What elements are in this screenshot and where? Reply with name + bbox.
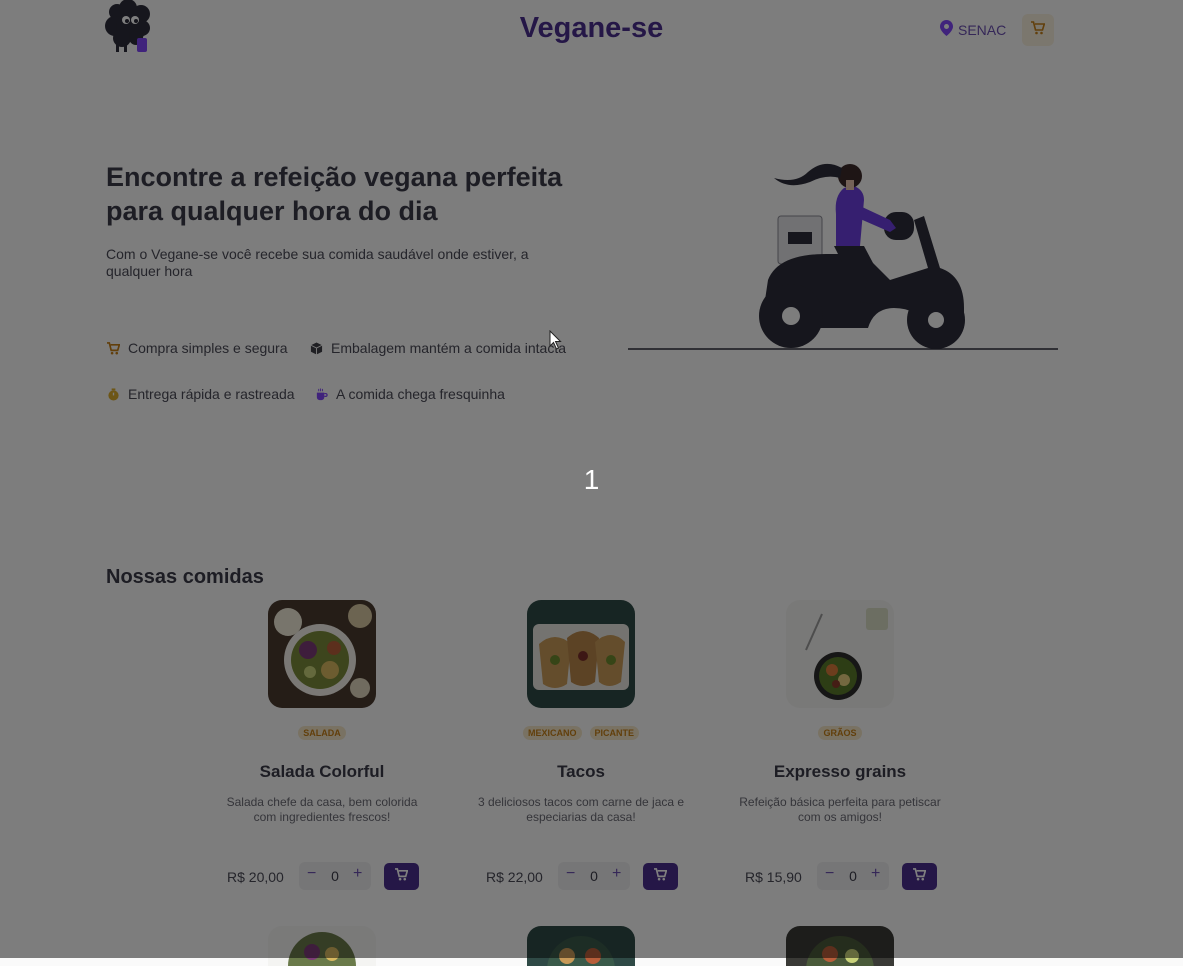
product-image [527, 926, 635, 966]
cart-icon [654, 867, 668, 886]
package-icon [309, 341, 323, 355]
feature-packaging: Embalagem mantém a comida intacta [309, 340, 566, 356]
product-image [268, 600, 376, 708]
coffee-icon [314, 387, 328, 401]
tag-list: MEXICANO PICANTE [467, 726, 695, 740]
product-image [786, 600, 894, 708]
quantity-stepper: − 0 + [299, 862, 371, 890]
section-title: Nossas comidas [106, 566, 264, 588]
minus-icon[interactable]: − [307, 865, 316, 883]
feature-fresh-food: A comida chega fresquinha [314, 386, 505, 402]
minus-icon[interactable]: − [566, 865, 575, 883]
category-tag: PICANTE [589, 726, 640, 740]
product-description: Refeição básica perfeita para petiscar c… [739, 795, 941, 824]
buy-row: R$ 22,00 − 0 + [467, 862, 695, 892]
feature-label: A comida chega fresquinha [336, 386, 505, 402]
product-description: 3 deliciosos tacos com carne de jaca e e… [477, 795, 685, 824]
product-image [268, 926, 376, 966]
product-image [786, 926, 894, 966]
mouse-cursor-icon [549, 329, 563, 355]
overlay-counter: 1 [583, 464, 600, 495]
quantity-value: 0 [331, 868, 339, 884]
buy-row: R$ 20,00 − 0 + [208, 862, 436, 892]
product-name: Tacos [557, 762, 605, 781]
quantity-value: 0 [849, 868, 857, 884]
product-name: Expresso grains [773, 762, 907, 781]
tag-list: GRÃOS [726, 726, 954, 740]
quantity-value: 0 [590, 868, 598, 884]
feature-label: Compra simples e segura [128, 340, 288, 356]
product-image [527, 600, 635, 708]
category-tag: MEXICANO [522, 726, 582, 740]
location-badge[interactable]: SENAC [940, 20, 1006, 39]
cart-icon [395, 867, 409, 886]
hero-subtitle: Com o Vegane-se você recebe sua comida s… [106, 246, 529, 279]
category-tag: SALADA [298, 726, 346, 740]
add-to-cart-button[interactable] [384, 863, 419, 890]
quantity-stepper: − 0 + [817, 862, 889, 890]
product-price: R$ 15,90 [745, 869, 802, 885]
product-name: Salada Colorful [259, 762, 385, 781]
top-navbar: Vegane-se SENAC [0, 0, 1183, 64]
cart-icon [106, 341, 120, 355]
cart-icon [1031, 20, 1046, 40]
add-to-cart-button[interactable] [643, 863, 678, 890]
quantity-stepper: − 0 + [558, 862, 630, 890]
minus-icon[interactable]: − [825, 865, 834, 883]
tag-list: SALADA [208, 726, 436, 740]
buy-row: R$ 15,90 − 0 + [726, 862, 954, 892]
product-price: R$ 20,00 [227, 869, 284, 885]
location-label: SENAC [958, 21, 1007, 38]
hero-title: Encontre a refeição vegana perfeita para… [106, 162, 563, 226]
plus-icon[interactable]: + [871, 865, 880, 883]
header-cart-button[interactable] [1022, 14, 1054, 46]
add-to-cart-button[interactable] [902, 863, 937, 890]
plus-icon[interactable]: + [612, 865, 621, 883]
delivery-scooter-illustration [628, 150, 1058, 352]
product-price: R$ 22,00 [486, 869, 543, 885]
product-card: MEXICANO PICANTE Tacos 3 deliciosos taco… [467, 600, 695, 900]
feature-fast-delivery: Entrega rápida e rastreada [106, 386, 295, 402]
feature-label: Embalagem mantém a comida intacta [331, 340, 566, 356]
map-pin-icon [940, 20, 953, 39]
cart-icon [913, 867, 927, 886]
product-card: SALADA Salada Colorful Salada chefe da c… [208, 600, 436, 900]
category-tag: GRÃOS [818, 726, 862, 740]
product-description: Salada chefe da casa, bem colorida com i… [226, 795, 418, 824]
plus-icon[interactable]: + [353, 865, 362, 883]
product-card: GRÃOS Expresso grains Refeição básica pe… [726, 600, 954, 900]
timer-icon [106, 387, 120, 401]
feature-secure-purchase: Compra simples e segura [106, 340, 288, 356]
feature-label: Entrega rápida e rastreada [128, 386, 295, 402]
